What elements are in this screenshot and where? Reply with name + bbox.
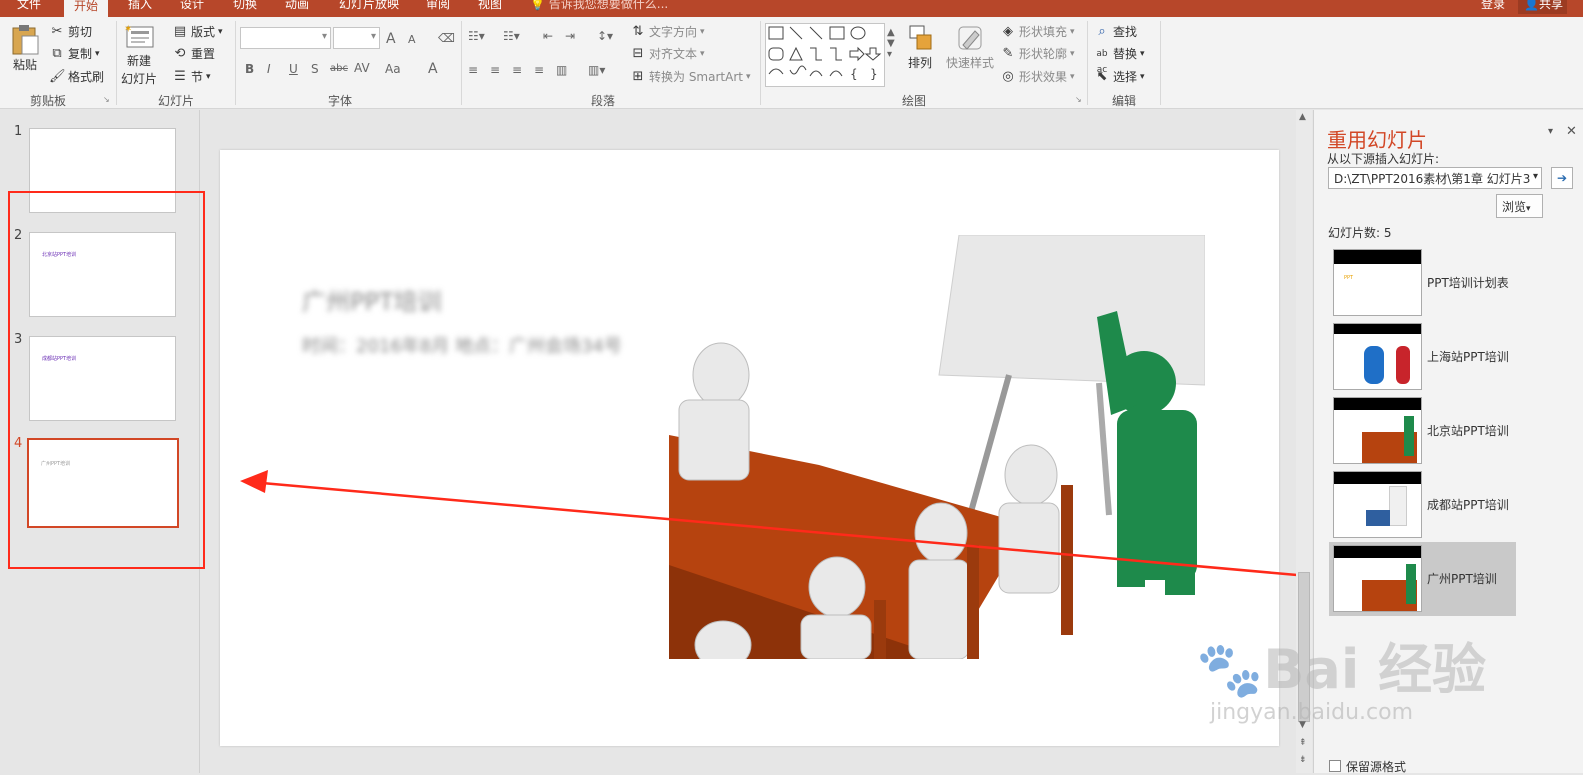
reuse-slide-thumb-4[interactable] — [1333, 471, 1422, 538]
pane-title: 重用幻灯片 — [1327, 128, 1427, 152]
next-slide-icon[interactable]: ⇟ — [1299, 755, 1307, 765]
reuse-slide-title[interactable]: 广州PPT培训 — [1427, 570, 1497, 587]
chevron-down-icon: ▾ — [1532, 171, 1538, 182]
keep-format-checkbox[interactable] — [1329, 760, 1341, 772]
reuse-slide-thumb-1[interactable]: PPT — [1333, 249, 1422, 316]
reuse-slide-title[interactable]: 上海站PPT培训 — [1427, 348, 1509, 365]
reuse-slide-title[interactable]: 成都站PPT培训 — [1427, 496, 1509, 513]
go-arrow-button[interactable]: ➔ — [1551, 167, 1573, 189]
scroll-up-icon[interactable]: ▲ — [1299, 112, 1306, 122]
browse-button[interactable]: 浏览▾ — [1496, 194, 1543, 218]
reuse-slide-thumb-3[interactable] — [1333, 397, 1422, 464]
source-path-input[interactable]: D:\ZT\PPT2016素材\第1章 幻灯片3 ▾ — [1328, 167, 1542, 189]
prev-slide-icon[interactable]: ⇞ — [1299, 738, 1307, 748]
chevron-down-icon: ▾ — [1526, 204, 1531, 214]
slide-count-label: 幻灯片数: 5 — [1328, 226, 1392, 240]
reuse-slide-thumb-2[interactable] — [1333, 323, 1422, 390]
paw-icon: 🐾 — [1196, 638, 1264, 701]
keep-format-label: 保留源格式 — [1346, 760, 1407, 774]
pane-options-icon[interactable]: ▾ — [1548, 126, 1553, 137]
arrow-right-icon: ➔ — [1556, 171, 1568, 185]
watermark-url: jingyan.baidu.com — [1210, 700, 1414, 725]
reuse-slide-thumb-5[interactable] — [1333, 545, 1422, 612]
close-icon[interactable]: ✕ — [1566, 124, 1577, 139]
reuse-slide-title[interactable]: 北京站PPT培训 — [1427, 422, 1509, 439]
insert-from-label: 从以下源插入幻灯片: — [1327, 152, 1440, 166]
reuse-slide-title[interactable]: PPT培训计划表 — [1427, 274, 1509, 291]
baidu-watermark: 🐾Bai 经验 — [1196, 638, 1487, 701]
